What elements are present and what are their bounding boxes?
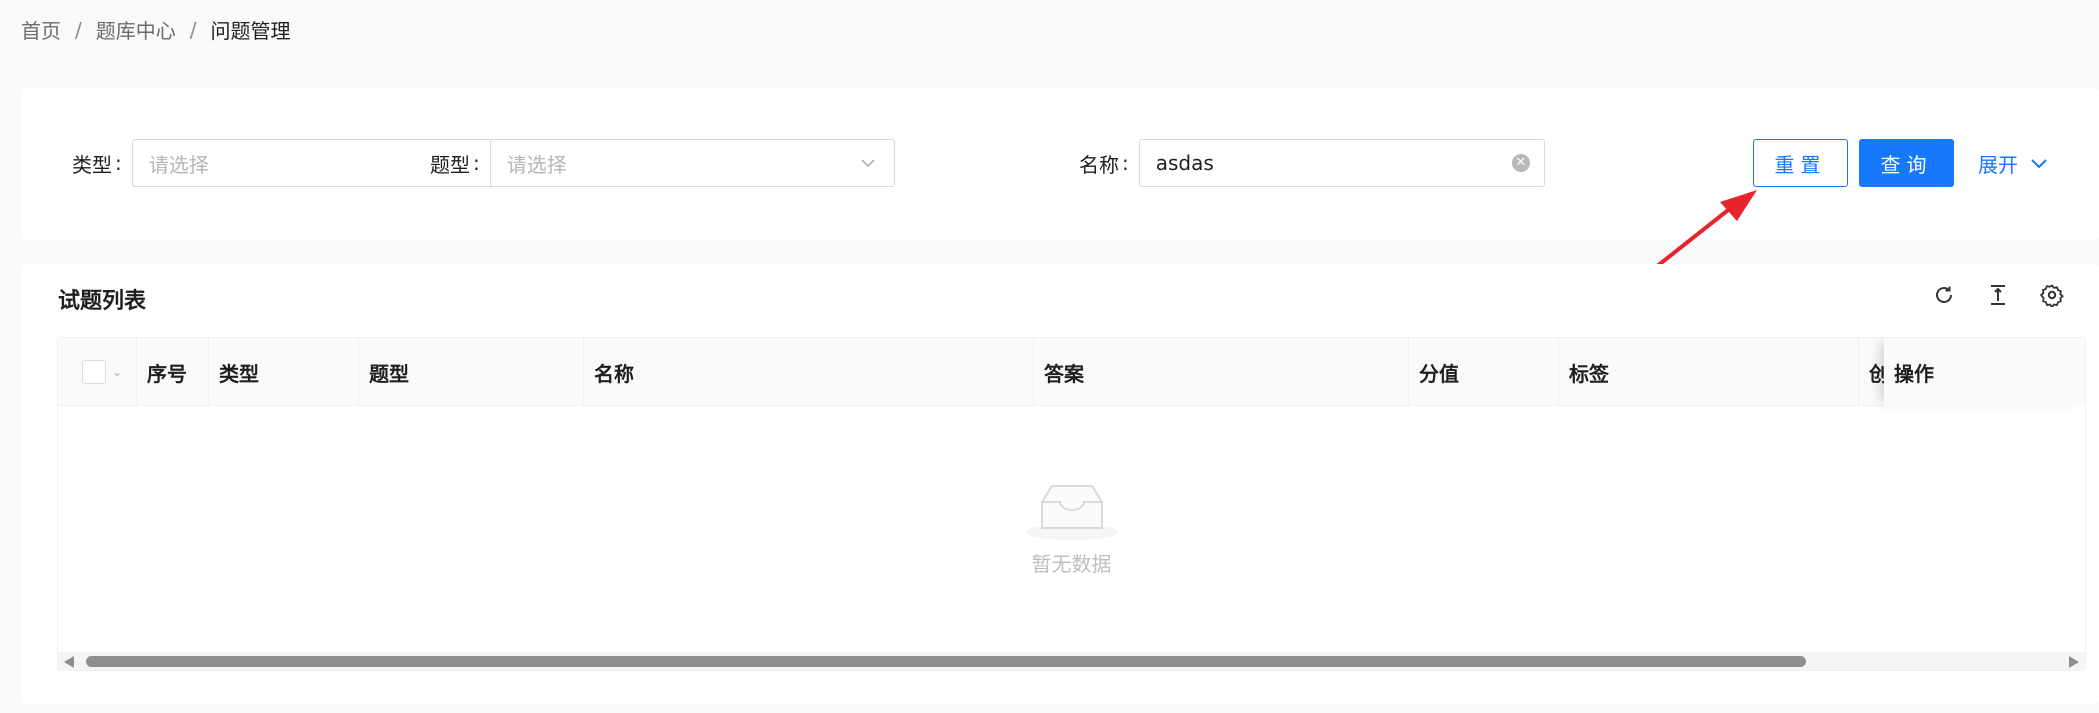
expand-label: 展开 bbox=[1978, 152, 2018, 177]
column-header-index[interactable]: 序号 bbox=[137, 338, 209, 406]
select-all-checkbox[interactable] bbox=[82, 360, 106, 384]
question-type-colon: : bbox=[473, 151, 480, 175]
scroll-right-icon[interactable] bbox=[2069, 656, 2079, 668]
chevron-down-icon bbox=[2031, 159, 2047, 169]
column-header-question-type[interactable]: 题型 bbox=[359, 338, 584, 406]
breadcrumb-item-home[interactable]: 首页 bbox=[21, 15, 61, 44]
column-header-actions: 操作 bbox=[1884, 338, 2085, 406]
question-type-label: 题型 bbox=[430, 152, 470, 177]
expand-toggle[interactable]: 展开 bbox=[1978, 139, 2048, 187]
column-header-answer[interactable]: 答案 bbox=[1034, 338, 1409, 406]
column-header-name[interactable]: 名称 bbox=[584, 338, 1034, 406]
empty-inbox-icon bbox=[1025, 485, 1118, 540]
scrollbar-thumb[interactable] bbox=[86, 656, 1806, 667]
name-filter: 名称 : asdas ✕ bbox=[1079, 139, 1545, 187]
filter-panel: 类型 : 请选择 题型 : 请选择 名称 : asdas ✕ 重置 查询 展开 bbox=[21, 88, 2099, 240]
horizontal-scrollbar[interactable] bbox=[58, 652, 2085, 670]
column-height-icon[interactable] bbox=[1986, 283, 2010, 307]
scroll-left-icon[interactable] bbox=[64, 656, 74, 668]
query-button[interactable]: 查询 bbox=[1859, 139, 1954, 187]
breadcrumb-separator: / bbox=[75, 17, 82, 42]
select-all-cell: ⌄ bbox=[58, 338, 137, 406]
type-label: 类型 bbox=[72, 152, 112, 177]
breadcrumb: 首页 / 题库中心 / 问题管理 bbox=[21, 15, 291, 44]
column-header-type[interactable]: 类型 bbox=[209, 338, 359, 406]
annotation-arrow bbox=[1654, 190, 1757, 269]
name-input-value: asdas bbox=[1155, 151, 1214, 175]
question-table: ⌄ 序号 类型 题型 名称 答案 分值 标签 创 操作 暂无数据 bbox=[57, 337, 2086, 671]
empty-text: 暂无数据 bbox=[1031, 552, 1112, 576]
table-title: 试题列表 bbox=[58, 289, 147, 314]
column-header-score[interactable]: 分值 bbox=[1409, 338, 1559, 406]
question-type-placeholder: 请选择 bbox=[506, 152, 567, 177]
name-label: 名称 bbox=[1079, 152, 1119, 177]
name-input[interactable]: asdas ✕ bbox=[1138, 139, 1545, 187]
table-toolbar bbox=[1932, 283, 2064, 308]
empty-state: 暂无数据 bbox=[58, 406, 2085, 656]
question-type-filter: 题型 : 请选择 bbox=[430, 139, 895, 187]
breadcrumb-separator: / bbox=[189, 17, 197, 42]
gear-icon[interactable] bbox=[2040, 283, 2064, 308]
question-type-select[interactable]: 请选择 bbox=[489, 139, 895, 187]
type-colon: : bbox=[115, 151, 122, 175]
refresh-icon[interactable] bbox=[1932, 283, 1956, 307]
name-colon: : bbox=[1122, 151, 1129, 175]
clear-icon[interactable]: ✕ bbox=[1511, 154, 1530, 172]
column-header-tags[interactable]: 标签 bbox=[1559, 338, 1859, 406]
chevron-down-icon[interactable]: ⌄ bbox=[112, 365, 122, 379]
chevron-down-icon bbox=[861, 159, 875, 168]
breadcrumb-item-current: 问题管理 bbox=[210, 19, 291, 43]
type-placeholder: 请选择 bbox=[148, 152, 209, 177]
table-header: ⌄ 序号 类型 题型 名称 答案 分值 标签 创 操作 bbox=[58, 338, 2085, 406]
breadcrumb-item-question-bank[interactable]: 题库中心 bbox=[96, 15, 176, 44]
reset-button[interactable]: 重置 bbox=[1753, 139, 1848, 187]
question-list-card: 试题列表 ⌄ 序号 类型 题型 名称 答案 分值 标签 创 操作 暂无数据 bbox=[21, 264, 2099, 704]
page: 首页 / 题库中心 / 问题管理 类型 : 请选择 题型 : 请选择 名称: … bbox=[0, 0, 2099, 713]
